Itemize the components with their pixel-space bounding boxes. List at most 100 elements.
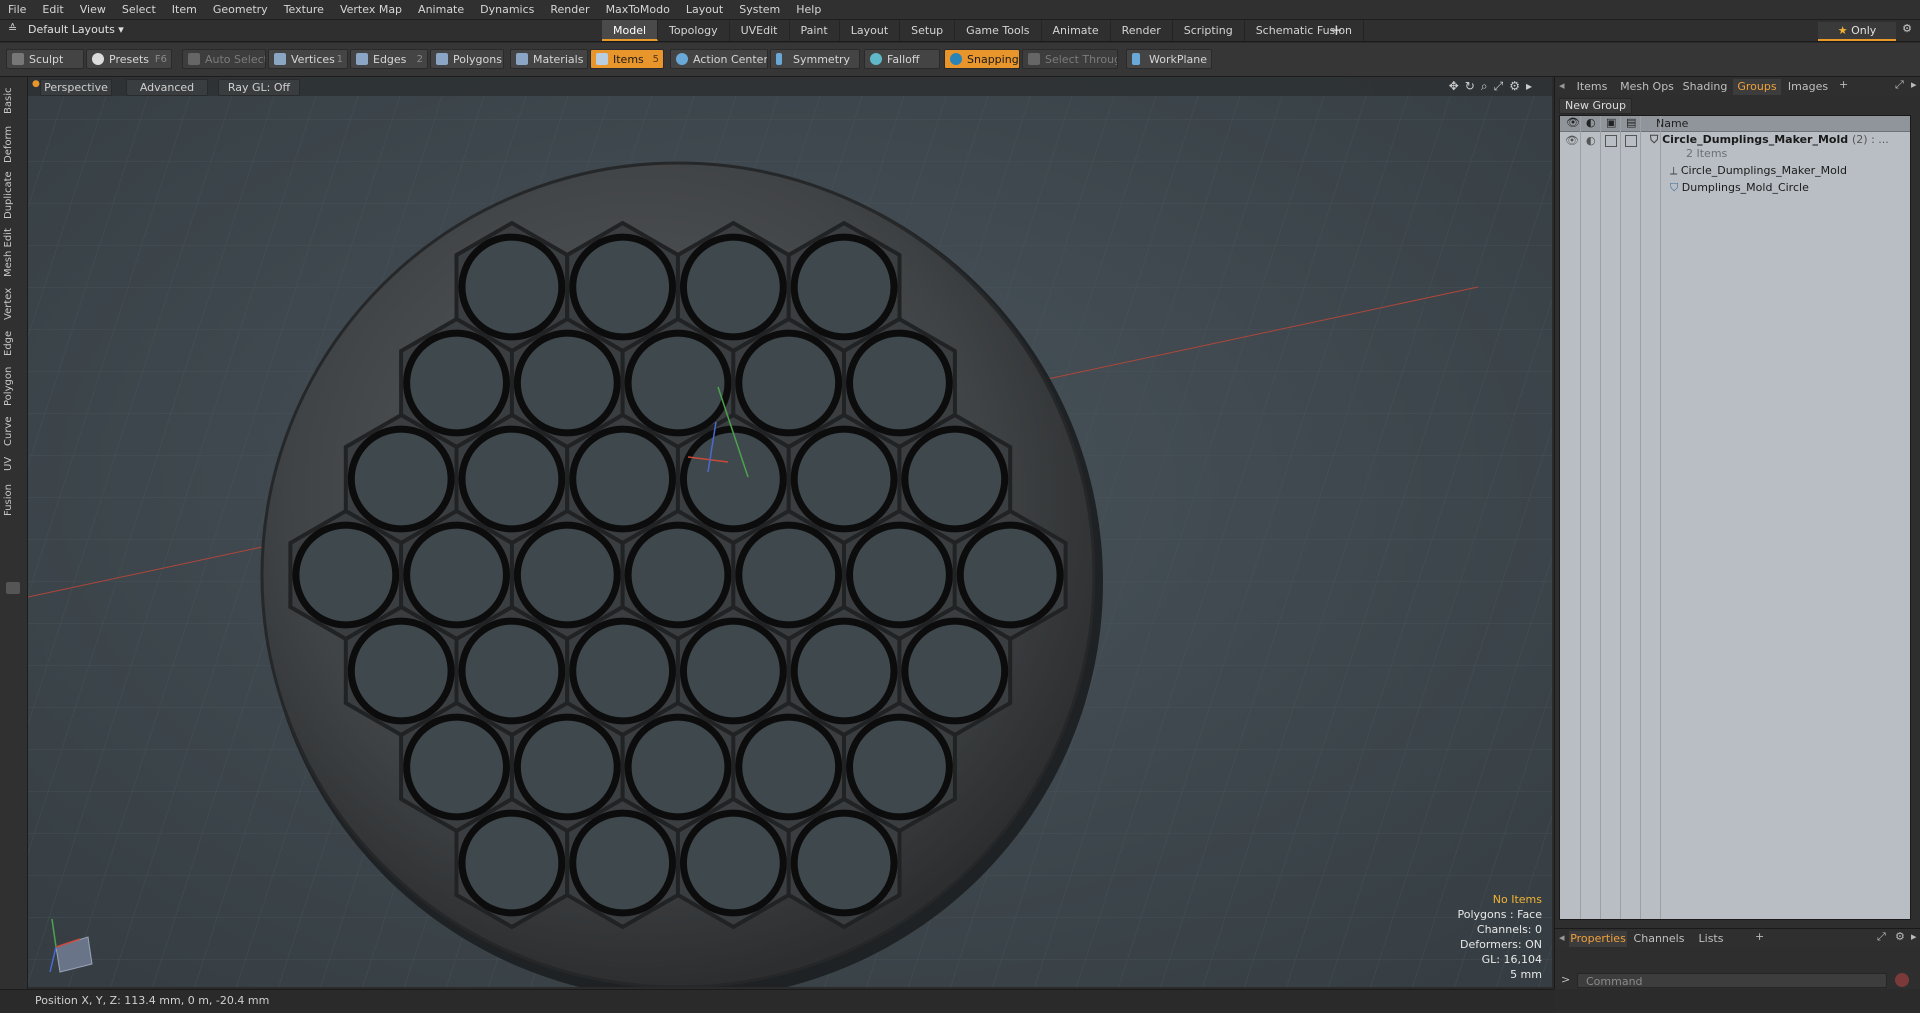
shading-dropdown[interactable]: Advanced [126,79,208,96]
tab-render[interactable]: Render [1111,20,1173,41]
group-lock-checkbox[interactable] [1605,135,1617,147]
edges-button[interactable]: Edges 2 [350,49,428,69]
raygl-toggle[interactable]: Ray GL: Off [218,79,300,96]
new-group-button[interactable]: New Group [1559,98,1632,114]
tab-mesh-ops[interactable]: Mesh Ops [1617,79,1677,95]
auto-select-button[interactable]: Auto Select [182,49,266,69]
menu-system[interactable]: System [731,3,788,16]
tab-lists[interactable]: Lists [1691,931,1731,947]
materials-button[interactable]: Materials [510,49,588,69]
tab-vertex[interactable]: Vertex [3,285,23,323]
action-center-button[interactable]: Action Center [670,49,768,69]
presets-button[interactable]: Presets F6 [86,49,172,69]
menu-animate[interactable]: Animate [410,3,472,16]
tab-mesh-edit[interactable]: Mesh Edit [3,225,23,281]
snapping-button[interactable]: Snapping [944,49,1020,69]
menu-file[interactable]: File [0,3,34,16]
tab-duplicate[interactable]: Duplicate [3,169,23,221]
groups-tree[interactable]: 👁 ◐ ▣ ▤ Name 👁 ◐ ⛉ Circle_Dumplings_Make… [1559,115,1911,920]
tab-images[interactable]: Images [1783,79,1833,95]
tab-groups[interactable]: Groups [1733,79,1781,95]
menu-geometry[interactable]: Geometry [205,3,276,16]
tree-item-row[interactable]: ⟂ Circle_Dumplings_Maker_Mold [1670,163,1847,179]
workplane-button[interactable]: WorkPlane [1126,49,1212,69]
menu-select[interactable]: Select [114,3,164,16]
menu-view[interactable]: View [72,3,114,16]
tab-setup[interactable]: Setup [900,20,956,41]
tab-shading[interactable]: Shading [1679,79,1731,95]
sculpt-button[interactable]: Sculpt [6,49,84,69]
tab-game-tools[interactable]: Game Tools [955,20,1042,41]
menu-layout[interactable]: Layout [678,3,731,16]
gear-icon[interactable]: ⚙ [1898,22,1916,39]
add-panel-tab-icon[interactable]: + [1839,78,1848,91]
properties-menu-icon[interactable]: ▸ [1911,930,1917,943]
maximize-icon[interactable]: ⤢ [1494,79,1510,93]
viewport-gear-icon[interactable]: ⚙ [1509,79,1526,93]
tab-scripting[interactable]: Scripting [1173,20,1245,41]
menu-item[interactable]: Item [164,3,205,16]
items-button[interactable]: Items 5 [590,49,664,69]
snapping-label: Snapping [967,53,1019,66]
tab-uv[interactable]: UV [3,453,23,475]
rotate-view-icon[interactable]: ↻ [1465,79,1481,93]
tab-animate[interactable]: Animate [1042,20,1111,41]
hex-cell-hole [790,425,898,533]
tab-edge[interactable]: Edge [3,327,23,359]
menu-vertex-map[interactable]: Vertex Map [332,3,410,16]
tab-model[interactable]: Model [602,20,659,41]
panel-arrow-icon[interactable]: ◂ [1559,79,1565,92]
polygons-icon [436,53,448,65]
tab-basic[interactable]: Basic [3,83,23,119]
only-toggle-button[interactable]: ★ Only [1818,22,1896,41]
menu-texture[interactable]: Texture [276,3,332,16]
falloff-button[interactable]: Falloff [864,49,940,69]
properties-maximize-icon[interactable]: ⤢ [1877,930,1886,944]
tab-paint[interactable]: Paint [790,20,840,41]
group-render-icon[interactable]: ◐ [1586,134,1596,147]
polygons-button[interactable]: Polygons [430,49,504,69]
tree-col-visibility [1560,116,1581,919]
tab-items[interactable]: Items [1569,79,1615,95]
record-macro-icon[interactable] [1895,973,1909,987]
tab-fusion[interactable]: Fusion [3,479,23,521]
tab-curve[interactable]: Curve [3,413,23,449]
group-select-checkbox[interactable] [1625,135,1637,147]
materials-label: Materials [533,53,584,66]
menu-edit[interactable]: Edit [34,3,71,16]
command-input[interactable]: Command [1577,973,1887,988]
move-view-icon[interactable]: ✥ [1449,79,1465,93]
vertices-button[interactable]: Vertices 1 [268,49,348,69]
tab-expand-icon[interactable] [6,582,20,594]
tab-channels[interactable]: Channels [1631,931,1687,947]
layout-collapse-icon[interactable]: ≙ [8,22,17,35]
hex-cell-hole [790,233,898,341]
tab-deform[interactable]: Deform [3,123,23,165]
tab-polygon[interactable]: Polygon [3,363,23,409]
group-item-count: 2 Items [1686,147,1728,160]
group-visibility-icon[interactable]: 👁 [1565,134,1579,147]
tab-layout[interactable]: Layout [840,20,901,41]
symmetry-button[interactable]: Symmetry [770,49,860,69]
zoom-view-icon[interactable]: ⌕ [1481,79,1494,93]
tab-topology[interactable]: Topology [658,20,730,41]
add-tab-icon[interactable]: + [1330,21,1343,40]
menu-dynamics[interactable]: Dynamics [472,3,542,16]
menu-render[interactable]: Render [542,3,597,16]
tab-properties[interactable]: Properties [1569,931,1627,947]
layout-dropdown[interactable]: Default Layouts ▾ [28,23,124,36]
3d-viewport[interactable]: ● Perspective Advanced Ray GL: Off ✥↻⌕⤢⚙… [28,77,1552,987]
add-property-tab-icon[interactable]: + [1755,930,1764,943]
panel-maximize-icon[interactable]: ⤢ [1895,78,1904,92]
menu-help[interactable]: Help [788,3,829,16]
viewport-play-icon[interactable]: ▸ [1526,79,1538,93]
tab-uvedit[interactable]: UVEdit [730,20,790,41]
properties-gear-icon[interactable]: ⚙ [1895,930,1905,943]
bottom-panel-arrow-icon[interactable]: ◂ [1559,931,1565,944]
menu-maxtomodo[interactable]: MaxToModo [598,3,678,16]
tree-item-row[interactable]: ⛉ Dumplings_Mold_Circle [1670,180,1809,196]
panel-menu-icon[interactable]: ▸ [1911,78,1917,91]
tab-schematic-fusion[interactable]: Schematic Fusion [1245,20,1365,41]
select-through-button[interactable]: Select Through [1022,49,1118,69]
perspective-dropdown[interactable]: Perspective [40,79,112,96]
